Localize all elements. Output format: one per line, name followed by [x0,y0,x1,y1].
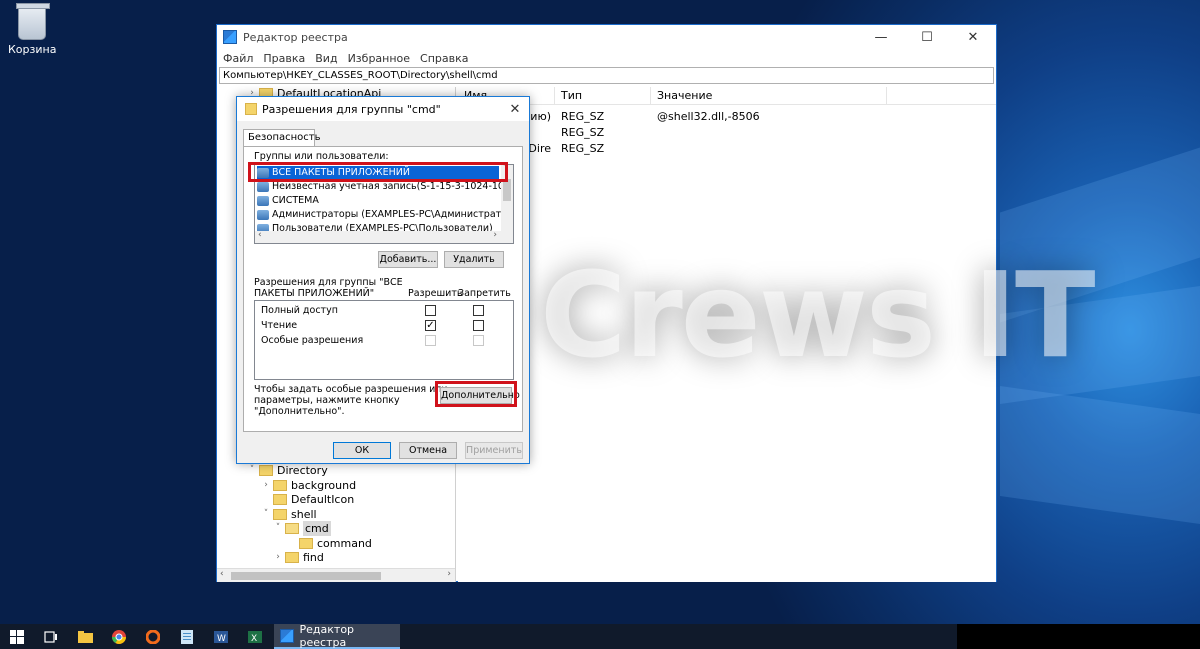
menu-help[interactable]: Справка [420,52,468,65]
permission-full-access: Полный доступ [261,305,338,316]
permissions-label-line1: Разрешения для группы "ВСЕ [254,277,403,288]
folder-icon [273,509,287,520]
special-deny-checkbox [473,335,484,346]
add-button[interactable]: Добавить... [378,251,438,268]
value-row[interactable]: Dire REG_SZ [458,141,996,157]
ok-button[interactable]: ОК [333,442,391,459]
permission-read: Чтение [261,320,298,331]
firefox-icon[interactable] [136,624,170,649]
users-icon [257,181,269,192]
groups-label: Группы или пользователи: [254,151,389,162]
list-item-system[interactable]: СИСТЕМА [257,194,319,207]
menu-bar: Файл Правка Вид Избранное Справка [217,49,996,67]
folder-icon [273,494,287,505]
start-button[interactable] [0,624,34,649]
chrome-icon[interactable] [102,624,136,649]
registry-editor-icon [280,628,294,643]
value-row[interactable]: REG_SZ [458,125,996,141]
folder-icon [245,103,257,115]
values-column-headers: Имя Тип Значение [458,87,996,105]
folder-icon [299,538,313,549]
tree-item-defaulticon[interactable]: DefaultIcon [273,492,354,507]
column-value[interactable]: Значение [651,87,887,104]
tree-horizontal-scrollbar[interactable]: ‹ › [217,568,455,582]
allow-header: Разрешить [408,288,463,299]
folder-icon [259,465,273,476]
full-access-deny-checkbox[interactable] [473,305,484,316]
svg-text:X: X [251,634,257,644]
tree-item-shell[interactable]: ˅ shell [261,507,317,522]
dialog-title: Разрешения для группы "cmd" [262,102,441,116]
tree-item-command[interactable]: command [299,536,372,551]
taskbar: W X Редактор реестра [0,623,1200,649]
full-access-allow-checkbox[interactable] [425,305,436,316]
wallpaper-beam [1000,385,1200,525]
task-view-icon[interactable] [34,624,68,649]
notepad-icon[interactable] [170,624,204,649]
close-button[interactable]: ✕ [950,25,996,49]
column-type[interactable]: Тип [555,87,651,104]
advanced-hint-line2: параметры, нажмите кнопку [254,395,400,406]
tree-item-background[interactable]: › background [261,478,356,493]
recycle-bin-icon [16,3,50,40]
dialog-titlebar[interactable]: Разрешения для группы "cmd" ✕ [237,97,529,121]
recycle-bin-desktop-icon[interactable]: Корзина [8,3,57,56]
address-bar[interactable]: Компьютер\HKEY_CLASSES_ROOT\Directory\sh… [219,67,994,84]
registry-editor-icon [223,30,237,44]
svg-text:W: W [217,634,226,644]
permission-special: Особые разрешения [261,335,364,346]
chevron-down-icon: ˅ [263,509,269,519]
maximize-button[interactable]: ☐ [904,25,950,49]
folder-icon [285,552,299,563]
file-explorer-icon[interactable] [68,624,102,649]
folder-open-icon [285,523,299,534]
permissions-list: Полный доступ Чтение ✓ Особые разрешения [254,300,514,380]
scrollbar-thumb[interactable] [503,179,511,201]
recycle-bin-label: Корзина [8,43,57,56]
tree-item-find[interactable]: › find [273,550,324,565]
word-icon[interactable]: W [204,624,238,649]
users-icon [257,195,269,206]
highlight-group-selection [248,162,508,182]
scrollbar-thumb[interactable] [231,572,381,580]
taskbar-item-registry-editor[interactable]: Редактор реестра [274,623,400,649]
cancel-button[interactable]: Отмена [399,442,457,459]
menu-favorites[interactable]: Избранное [348,52,410,65]
chevron-down-icon: ˅ [249,465,255,475]
system-tray [957,624,1200,649]
minimize-button[interactable]: — [858,25,904,49]
deny-header: Запретить [458,288,511,299]
advanced-hint-line1: Чтобы задать особые разрешения или [254,384,448,395]
advanced-hint-line3: "Дополнительно". [254,406,345,417]
highlight-advanced-button [435,381,517,407]
special-allow-checkbox [425,335,436,346]
watermark-text: Crews IT [540,246,1096,384]
excel-icon[interactable]: X [238,624,272,649]
value-row[interactable]: ию) REG_SZ @shell32.dll,-8506 [458,109,996,125]
watermark: Crews IT [540,230,1096,400]
window-titlebar[interactable]: Редактор реестра — ☐ ✕ [217,25,996,49]
dialog-close-button[interactable]: ✕ [501,102,529,117]
list-item-administrators[interactable]: Администраторы (EXAMPLES-PC\Администрато… [257,208,513,221]
groups-horizontal-scrollbar[interactable]: ‹ › [255,230,513,243]
permissions-label-line2: ПАКЕТЫ ПРИЛОЖЕНИЙ" [254,288,375,299]
menu-edit[interactable]: Правка [263,52,305,65]
permissions-dialog: Разрешения для группы "cmd" ✕ Безопаснос… [236,96,530,464]
window-title: Редактор реестра [243,30,348,44]
tree-item-directory[interactable]: ˅ Directory [247,463,328,478]
read-allow-checkbox[interactable]: ✓ [425,320,436,331]
read-deny-checkbox[interactable] [473,320,484,331]
users-icon [257,209,269,220]
apply-button: Применить [465,442,523,459]
menu-file[interactable]: Файл [223,52,253,65]
remove-button[interactable]: Удалить [444,251,504,268]
tab-security[interactable]: Безопасность [243,129,321,147]
menu-view[interactable]: Вид [315,52,337,65]
chevron-right-icon: › [264,480,268,490]
tree-item-cmd[interactable]: ˅ cmd [273,521,331,536]
windows-logo-icon [10,629,24,644]
chevron-down-icon: ˅ [275,523,281,533]
chevron-right-icon: › [276,552,280,562]
folder-icon [273,480,287,491]
